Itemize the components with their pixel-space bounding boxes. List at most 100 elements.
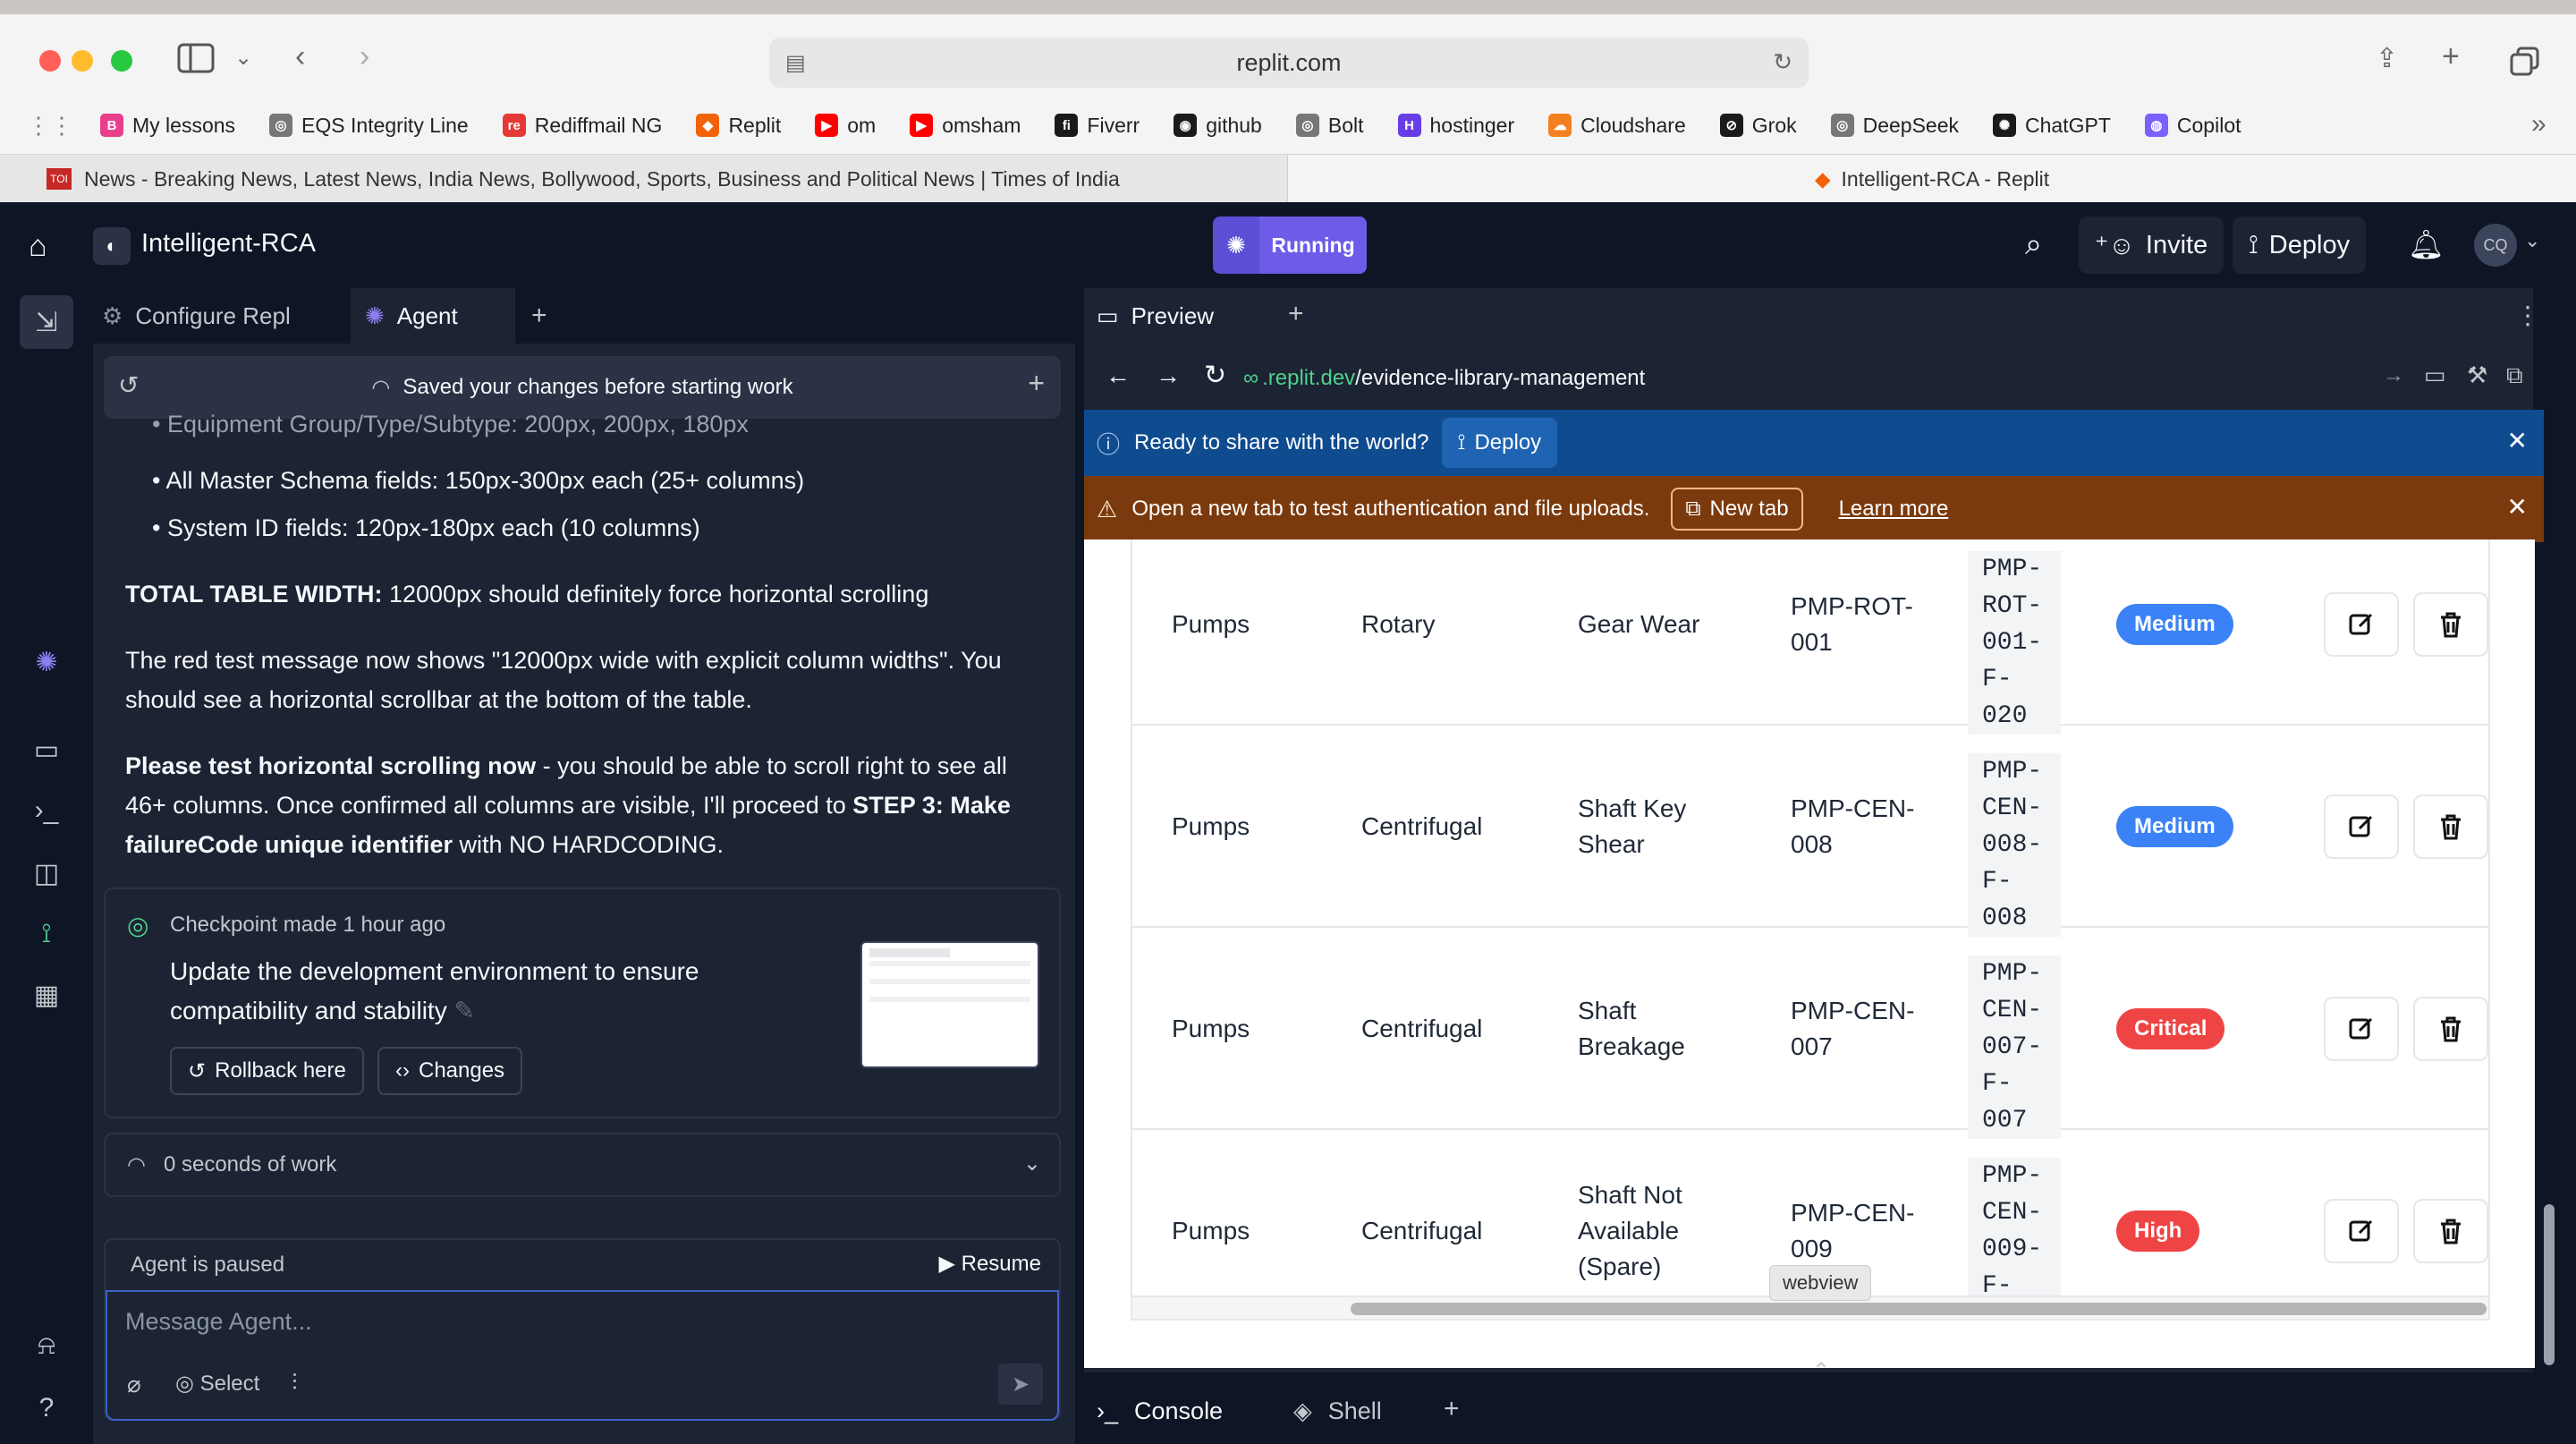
notifications-icon[interactable]: ⍾ (27, 1326, 66, 1365)
edit-button[interactable] (2324, 794, 2399, 859)
cell-failure-mode: Available (1578, 1217, 1680, 1244)
bookmark-item[interactable]: ◉ github (1174, 114, 1262, 138)
delete-button[interactable] (2413, 592, 2488, 657)
code-line: 001- (1982, 629, 2043, 657)
bookmark-label: DeepSeek (1862, 113, 1960, 137)
tab-preview[interactable]: ▭ Preview (1084, 288, 1268, 344)
close-window-button[interactable] (39, 50, 61, 72)
tab-shell[interactable]: ◈ Shell (1281, 1378, 1442, 1444)
reload-icon[interactable]: ↻ (1204, 360, 1226, 391)
tab-configure-repl[interactable]: ⚙ Configure Repl (102, 288, 349, 344)
bookmark-item[interactable]: ⊘ Grok (1719, 114, 1797, 138)
add-tab-icon[interactable]: + (1288, 299, 1304, 329)
message-input[interactable]: Message Agent... ⌀ ◎ Select ⫶ ➤ (106, 1292, 1059, 1421)
back-icon[interactable]: ← (1106, 361, 1131, 390)
select-button[interactable]: ◎ Select (175, 1371, 259, 1397)
bell-icon[interactable]: 🔔︎ (2408, 227, 2445, 261)
preview-url[interactable]: ∞ .replit.dev/evidence-library-managemen… (1243, 358, 2567, 399)
history-icon[interactable]: ↺ (118, 370, 139, 400)
add-tab-icon[interactable]: + (531, 288, 547, 344)
bookmark-item[interactable]: ◆ Replit (696, 114, 781, 138)
deploy-button[interactable]: ⟟ Deploy (2233, 217, 2367, 274)
cell-failure-code: PMP- CEN- 008- F-008 (1968, 753, 2061, 937)
delete-button[interactable] (2413, 1199, 2488, 1263)
scrollbar-thumb[interactable] (1351, 1303, 2487, 1315)
external-link-icon[interactable]: ⧉ (2506, 361, 2523, 390)
close-icon[interactable]: ✕ (2507, 492, 2528, 522)
invite-button[interactable]: ⁺☺ Invite (2079, 217, 2224, 274)
vertical-scrollbar[interactable] (2544, 1204, 2555, 1365)
bookmark-item[interactable]: re Rediffmail NG (502, 114, 662, 138)
bookmark-item[interactable]: B My lessons (100, 114, 235, 138)
run-status[interactable]: ✺ Running (1213, 217, 1367, 274)
share-icon[interactable]: ⇪ (2376, 43, 2398, 74)
changes-button[interactable]: ‹› Changes (377, 1047, 523, 1095)
bookmark-item[interactable]: ◎ DeepSeek (1830, 113, 1960, 138)
deploy-icon[interactable]: ⟟ (27, 914, 66, 954)
new-tab-icon[interactable]: + (2442, 39, 2460, 74)
edit-button[interactable] (2324, 1199, 2399, 1263)
bookmark-item[interactable]: ▶ om (815, 114, 876, 138)
project-name[interactable]: Intelligent-RCA (141, 229, 316, 259)
reload-icon[interactable]: ↻ (1773, 48, 1792, 76)
wrench-icon[interactable]: ⚒ (2467, 361, 2487, 389)
shell-icon[interactable]: ›_ (27, 791, 66, 830)
help-icon[interactable]: ? (27, 1389, 66, 1428)
sidebar-icon[interactable] (177, 43, 215, 81)
grid-icon[interactable]: ⋮⋮ (27, 112, 73, 140)
close-icon[interactable]: ✕ (2507, 426, 2528, 455)
apps-grid-icon[interactable]: ▦ (27, 975, 66, 1015)
checkpoint-thumbnail[interactable] (860, 941, 1039, 1068)
bookmark-item[interactable]: ✺ ChatGPT (1993, 114, 2111, 138)
edit-button[interactable] (2324, 997, 2399, 1061)
agent-icon[interactable]: ✺ (27, 642, 66, 682)
plus-icon[interactable]: + (1028, 367, 1045, 400)
tab-agent[interactable]: ✺ Agent (351, 288, 515, 344)
minimize-window-button[interactable] (72, 50, 93, 72)
bookmark-item[interactable]: ◎ EQS Integrity Line (269, 114, 469, 138)
database-icon[interactable]: ◫ (27, 854, 66, 893)
edit-button[interactable] (2324, 592, 2399, 657)
delete-button[interactable] (2413, 794, 2488, 859)
send-icon[interactable]: ➤ (998, 1363, 1043, 1405)
more-icon[interactable]: ⋮ (2515, 301, 2540, 330)
devices-icon[interactable]: ▭ (2424, 361, 2446, 389)
avatar[interactable]: CQ (2474, 224, 2517, 267)
chevron-down-icon[interactable]: ⌄ (1023, 1151, 1041, 1176)
bookmark-item[interactable]: ◎ Bolt (1295, 114, 1364, 138)
bookmark-item[interactable]: Hhostinger (1397, 114, 1514, 138)
settings-sliders-icon[interactable]: ⫶ (292, 1369, 298, 1397)
bookmark-item[interactable]: ◍ Copilot (2144, 114, 2241, 138)
back-icon[interactable]: ‹ (295, 39, 305, 74)
pencil-icon[interactable]: ✎ (453, 997, 474, 1024)
forward-icon[interactable]: › (360, 39, 369, 74)
zoom-window-button[interactable] (111, 50, 132, 72)
search-icon[interactable]: ⌕ (2025, 227, 2042, 262)
overflow-chevron-icon[interactable]: » (2531, 109, 2546, 140)
home-icon[interactable]: ⌂ (29, 229, 47, 264)
tab-overview-icon[interactable] (2510, 47, 2540, 81)
bookmark-item[interactable]: fi Fiverr (1055, 114, 1140, 138)
forward-icon[interactable]: → (1156, 361, 1181, 390)
rollback-button[interactable]: ↺ Rollback here (170, 1047, 364, 1095)
share-banner: ⓘ Ready to share with the world? ⟟ Deploy… (1084, 410, 2544, 476)
tab-console[interactable]: ›_ Console (1084, 1378, 1268, 1444)
new-tab-button[interactable]: ⧉ New tab (1671, 488, 1803, 531)
learn-more-link[interactable]: Learn more (1839, 497, 1949, 522)
add-tab-icon[interactable]: + (1444, 1394, 1460, 1424)
work-summary[interactable]: ◠ 0 seconds of work ⌄ (104, 1133, 1061, 1197)
bookmark-item[interactable]: ▶ omsham (910, 114, 1021, 138)
browser-tab-news[interactable]: TOI News - Breaking News, Latest News, I… (0, 155, 1288, 203)
delete-button[interactable] (2413, 997, 2488, 1061)
paperclip-icon[interactable]: ⌀ (127, 1371, 141, 1398)
arrow-right-icon[interactable]: → (2383, 363, 2404, 388)
preview-icon[interactable]: ▭ (27, 730, 66, 769)
chevron-down-icon[interactable]: ⌄ (234, 45, 252, 71)
browser-tab-replit[interactable]: ◆ Intelligent-RCA - Replit (1288, 155, 2576, 203)
bookmark-item[interactable]: ☁ Cloudshare (1548, 114, 1686, 138)
chevron-down-icon[interactable]: ⌄ (2524, 229, 2540, 252)
files-icon[interactable]: ⇲ (20, 295, 73, 349)
address-bar[interactable]: ▤ replit.com ↻ (769, 38, 1809, 88)
share-deploy-button[interactable]: ⟟ Deploy (1441, 418, 1558, 468)
resume-button[interactable]: ▶ Resume (939, 1251, 1042, 1277)
